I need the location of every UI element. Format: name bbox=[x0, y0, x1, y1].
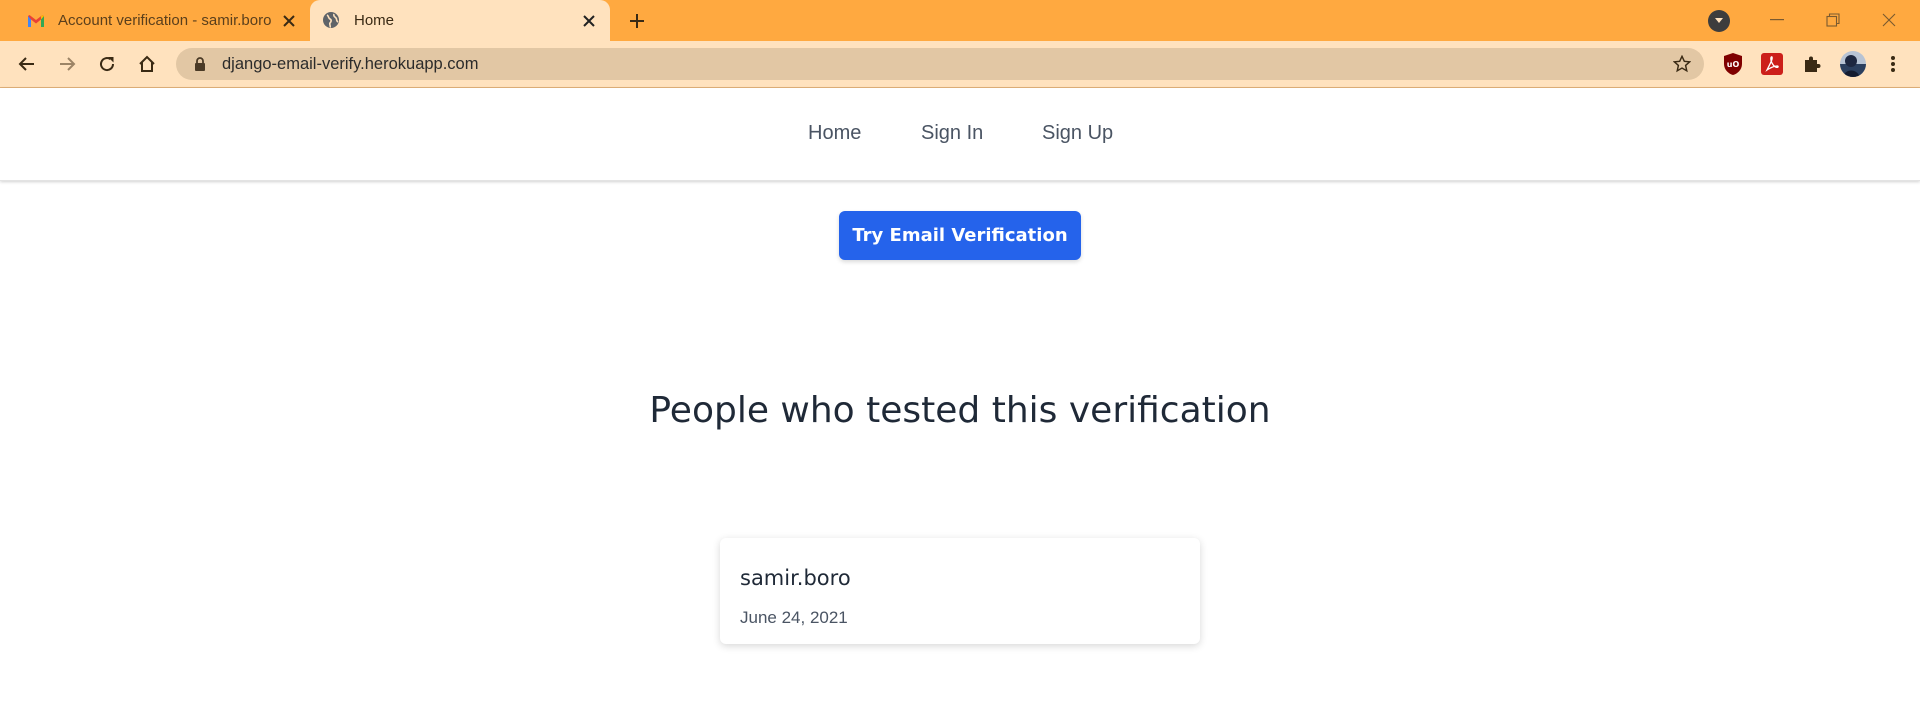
nav-link-sign-in[interactable]: Sign In bbox=[921, 122, 983, 145]
bookmark-star-icon[interactable] bbox=[1668, 50, 1696, 78]
close-window-icon[interactable] bbox=[1866, 0, 1912, 40]
ublock-icon[interactable]: uO bbox=[1720, 51, 1746, 77]
restore-icon[interactable] bbox=[1810, 0, 1856, 40]
forward-icon[interactable] bbox=[50, 47, 84, 81]
tab-search-icon[interactable] bbox=[1708, 10, 1730, 32]
tab-home[interactable]: Home bbox=[310, 0, 610, 41]
globe-icon bbox=[322, 11, 342, 31]
tab-gmail[interactable]: Account verification - samir.boro bbox=[14, 0, 310, 41]
reload-icon[interactable] bbox=[90, 47, 124, 81]
back-icon[interactable] bbox=[10, 47, 44, 81]
lock-icon[interactable] bbox=[194, 57, 206, 71]
extensions-puzzle-icon[interactable] bbox=[1799, 51, 1825, 77]
site-navbar: Home Sign In Sign Up bbox=[0, 88, 1920, 181]
tab-title: Home bbox=[354, 12, 395, 29]
minimize-icon[interactable] bbox=[1754, 0, 1800, 40]
gmail-icon bbox=[26, 11, 46, 31]
pdf-icon[interactable] bbox=[1759, 51, 1785, 77]
nav-link-sign-up[interactable]: Sign Up bbox=[1042, 122, 1113, 145]
nav-link-home[interactable]: Home bbox=[808, 122, 861, 145]
new-tab-button[interactable] bbox=[622, 6, 652, 36]
tester-card: samir.boro June 24, 2021 bbox=[720, 538, 1200, 644]
browser-menu-icon[interactable] bbox=[1880, 51, 1906, 77]
url-text[interactable]: django-email-verify.herokuapp.com bbox=[222, 55, 1668, 74]
try-email-verification-button[interactable]: Try Email Verification bbox=[839, 211, 1081, 260]
avatar[interactable] bbox=[1839, 50, 1867, 78]
page-title: People who tested this verification bbox=[649, 390, 1271, 431]
tester-date: June 24, 2021 bbox=[740, 608, 848, 627]
close-tab-icon[interactable] bbox=[274, 6, 304, 36]
address-bar[interactable]: django-email-verify.herokuapp.com bbox=[176, 48, 1704, 80]
close-tab-icon[interactable] bbox=[574, 6, 604, 36]
tab-title: Account verification - samir.boro bbox=[58, 12, 272, 29]
home-icon[interactable] bbox=[130, 47, 164, 81]
svg-text:uO: uO bbox=[1727, 60, 1740, 69]
browser-toolbar: django-email-verify.herokuapp.com uO bbox=[0, 41, 1920, 88]
browser-tabstrip: Account verification - samir.boro Home bbox=[0, 0, 1920, 41]
tester-username: samir.boro bbox=[740, 566, 851, 590]
